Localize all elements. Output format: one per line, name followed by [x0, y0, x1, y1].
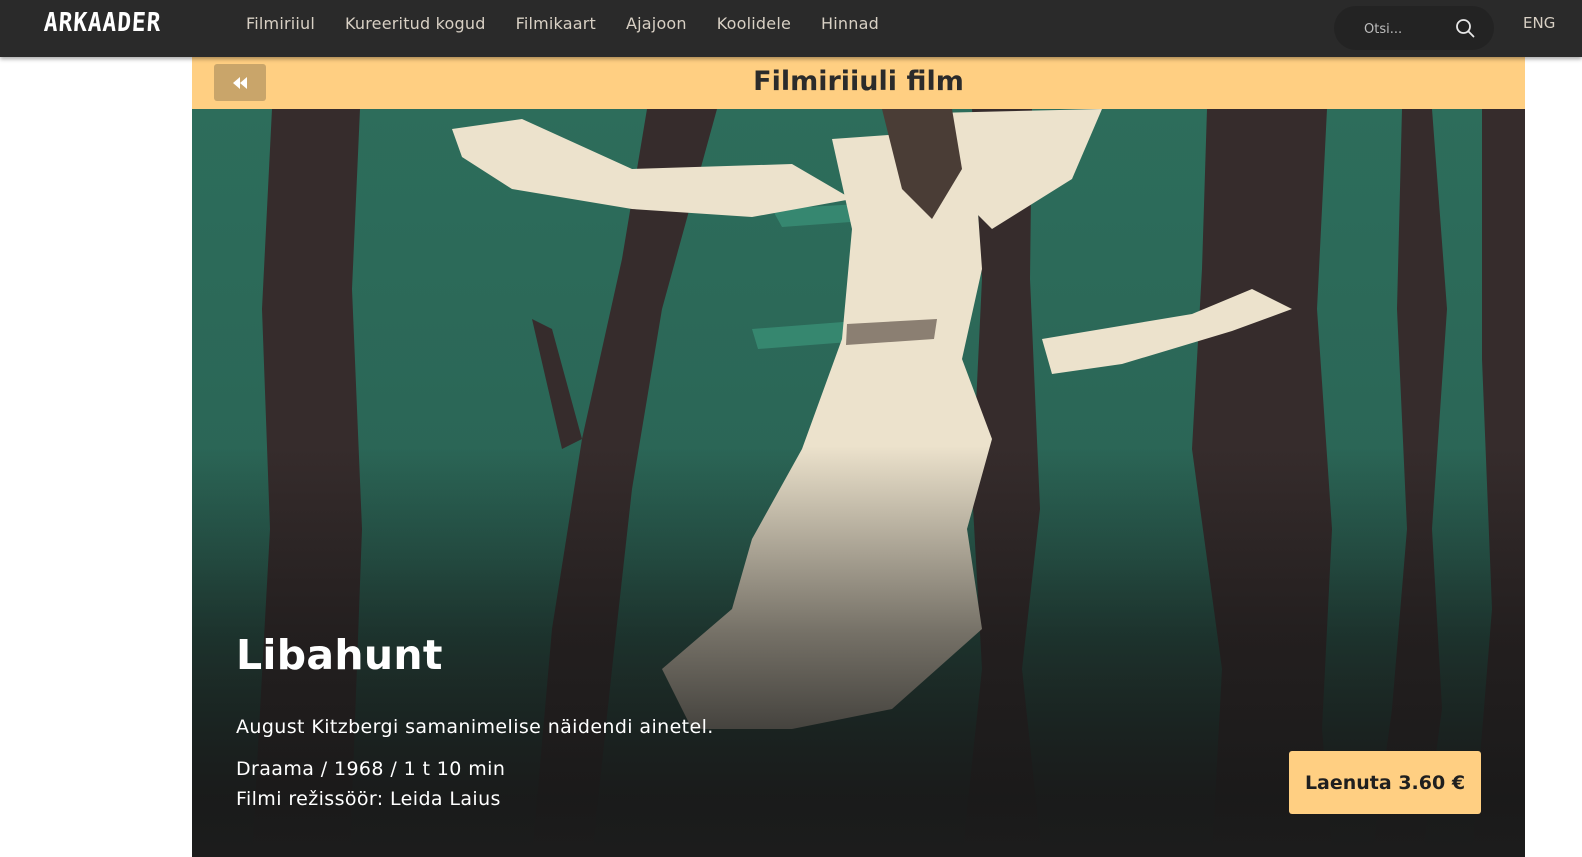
- banner-title: Filmiriiuli film: [753, 66, 964, 97]
- search-input[interactable]: [1362, 17, 1461, 41]
- nav-item-hinnad[interactable]: Hinnad: [821, 14, 879, 33]
- rewind-icon: [233, 76, 247, 89]
- film-description: August Kitzbergi samanimelise näidendi a…: [236, 716, 714, 738]
- search-box: [1334, 6, 1494, 50]
- nav-item-kureeritud-kogud[interactable]: Kureeritud kogud: [345, 14, 486, 33]
- nav-item-filmikaart[interactable]: Filmikaart: [516, 14, 596, 33]
- back-button[interactable]: [214, 64, 266, 101]
- hero-gradient-overlay: [192, 109, 1525, 857]
- film-title: Libahunt: [236, 631, 443, 679]
- section-banner: Filmiriiuli film: [192, 57, 1525, 109]
- nav-item-filmiriiul[interactable]: Filmiriiul: [246, 14, 315, 33]
- rent-button[interactable]: Laenuta 3.60 €: [1289, 751, 1481, 814]
- main-nav: Filmiriiul Kureeritud kogud Filmikaart A…: [246, 14, 909, 33]
- film-genre-year-duration: Draama / 1968 / 1 t 10 min: [236, 758, 506, 780]
- language-switch[interactable]: ENG: [1523, 14, 1555, 32]
- search-icon[interactable]: [1455, 18, 1475, 38]
- nav-item-koolidele[interactable]: Koolidele: [717, 14, 791, 33]
- top-navigation-bar: ARKAADER Filmiriiul Kureeritud kogud Fil…: [0, 0, 1582, 57]
- nav-item-ajajoon[interactable]: Ajajoon: [626, 14, 687, 33]
- film-director: Filmi režissöör: Leida Laius: [236, 788, 501, 810]
- film-hero: Libahunt August Kitzbergi samanimelise n…: [192, 109, 1525, 857]
- site-logo[interactable]: ARKAADER: [43, 8, 162, 38]
